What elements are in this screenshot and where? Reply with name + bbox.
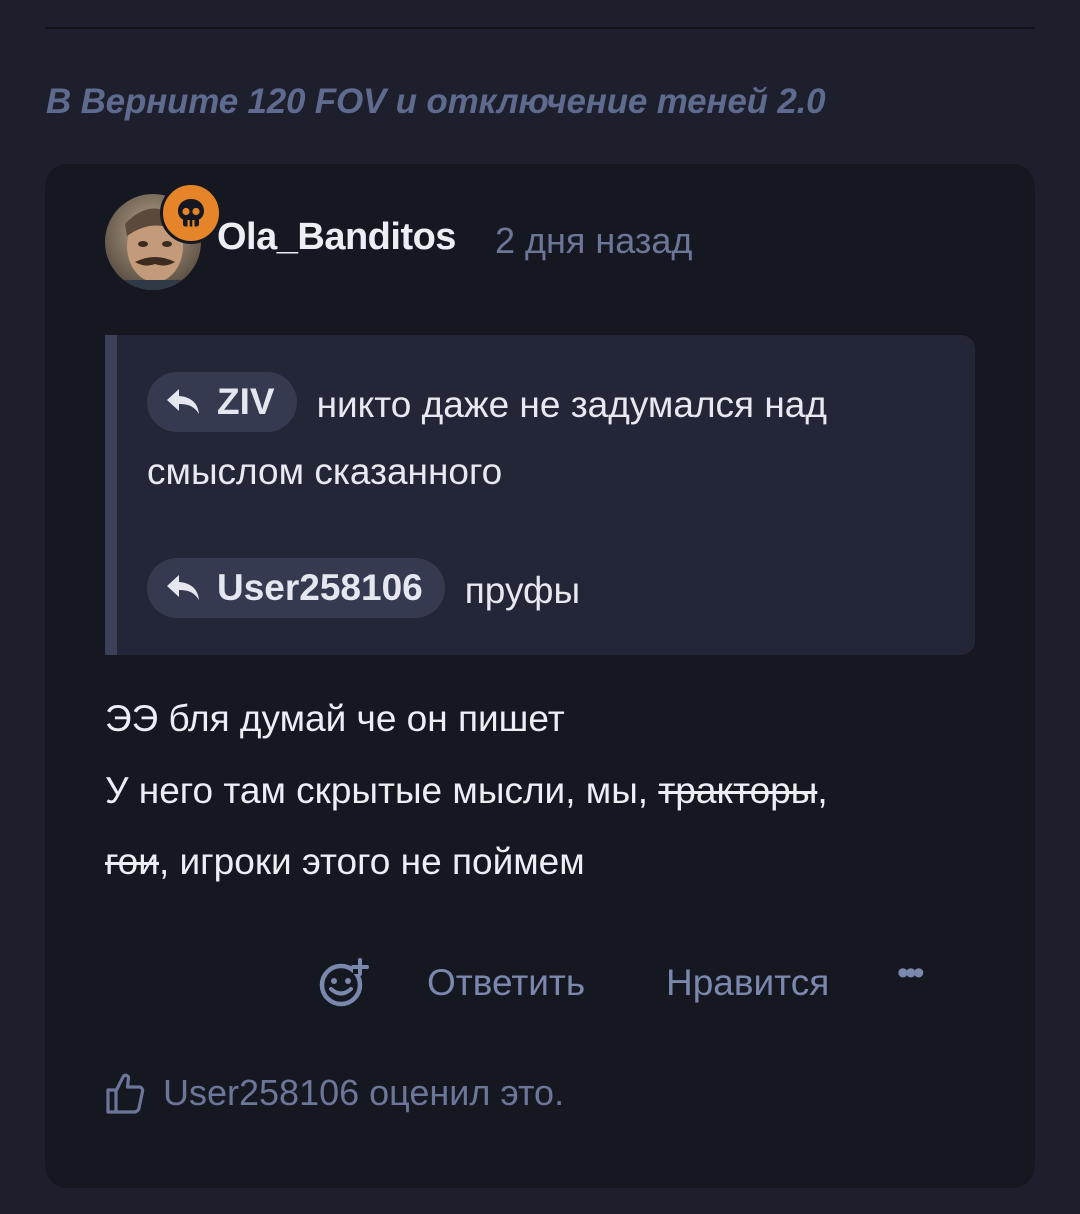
comment-text-line: У него там скрытые мысли, мы, тракторы, bbox=[105, 770, 828, 812]
comment-text: , игроки этого не поймем bbox=[158, 841, 585, 882]
reply-arrow-icon bbox=[167, 575, 199, 600]
mention-name: ZIV bbox=[217, 381, 275, 422]
comment-text: , bbox=[817, 770, 828, 811]
quote-line-3: User258106 пруфы bbox=[147, 558, 580, 618]
comment-text: У него там скрытые мысли, мы, bbox=[105, 770, 659, 811]
more-options-button[interactable]: ••• bbox=[897, 954, 925, 993]
quote-text: пруфы bbox=[464, 570, 581, 611]
reply-arrow-icon bbox=[167, 389, 199, 414]
post-timestamp[interactable]: 2 дня назад bbox=[495, 220, 692, 262]
add-reaction-icon[interactable] bbox=[317, 958, 371, 1013]
author-username[interactable]: Ola_Banditos bbox=[217, 216, 456, 259]
strikethrough-text: гои bbox=[105, 841, 159, 882]
quote-line-2: смыслом сказанного bbox=[147, 451, 502, 493]
mention-chip-ziv[interactable]: ZIV bbox=[147, 372, 297, 432]
comment-actions: Ответить Нравится ••• bbox=[45, 954, 1035, 1014]
liked-by-text: User258106 оценил это. bbox=[163, 1072, 565, 1113]
reply-button[interactable]: Ответить bbox=[427, 962, 585, 1004]
thread-title[interactable]: В Верните 120 FOV и отключение теней 2.0 bbox=[46, 82, 826, 122]
quote-line-1: ZIV никто даже не задумался над bbox=[147, 372, 827, 432]
quote-text: никто даже не задумался над bbox=[316, 384, 827, 425]
comment-text-line: гои, игроки этого не поймем bbox=[105, 841, 585, 883]
mention-chip-user258106[interactable]: User258106 bbox=[147, 558, 445, 618]
mention-name: User258106 bbox=[217, 567, 423, 608]
skull-icon bbox=[160, 182, 222, 244]
comment-text: ЭЭ бля думай че он пишет bbox=[105, 698, 565, 739]
author-avatar-group[interactable] bbox=[105, 182, 222, 290]
liked-by-row[interactable]: User258106 оценил это. bbox=[105, 1072, 564, 1114]
quoted-block: ZIV никто даже не задумался над смыслом … bbox=[105, 335, 975, 655]
comment-text-line: ЭЭ бля думай че он пишет bbox=[105, 698, 565, 740]
quote-text: смыслом сказанного bbox=[147, 451, 503, 492]
like-button[interactable]: Нравится bbox=[666, 962, 829, 1004]
thumbs-up-icon bbox=[106, 1073, 145, 1114]
strikethrough-text: тракторы bbox=[658, 770, 818, 811]
top-divider bbox=[45, 27, 1035, 29]
comment-card: Ola_Banditos 2 дня назад ZIV никто даже … bbox=[45, 164, 1035, 1188]
